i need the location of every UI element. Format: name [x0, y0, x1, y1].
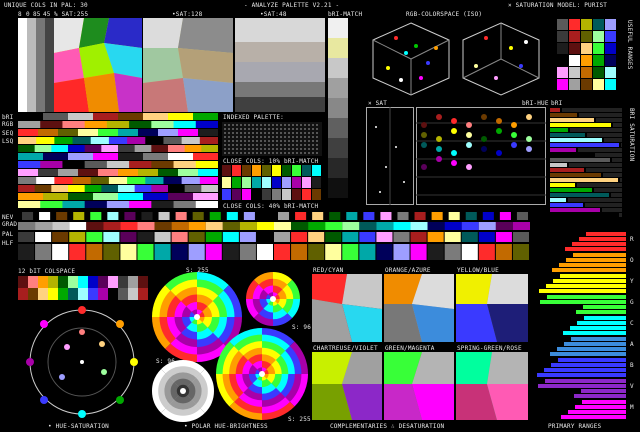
label-grad: GRAD	[2, 221, 18, 228]
comp-chartreuse-violet	[312, 352, 382, 420]
small-col-0: 8	[18, 11, 22, 18]
close-10-title: CLOSE COLS: 10% bRI-MATCH	[223, 158, 319, 165]
primary-letter-a: A	[630, 341, 634, 348]
primary-letter-c: C	[630, 320, 634, 327]
sat-axis-label: × SAT	[368, 100, 388, 107]
primary-letter-b: B	[630, 362, 634, 369]
polar-label-3: S: 255	[288, 416, 311, 423]
bri-match-column	[328, 18, 348, 198]
voronoi-sat-48	[235, 18, 325, 112]
small-col-3: 45	[43, 11, 51, 18]
sat-label-128: •SAT:128	[172, 11, 203, 18]
sequence-bars	[18, 113, 218, 209]
bri-hue-label: bRI-HUE	[522, 100, 549, 107]
primary-ranges-panel	[534, 232, 626, 420]
footer-complementaries: COMPLEMENTARIES ∴ DESATURATION	[330, 423, 445, 430]
palette-grid-right	[556, 18, 620, 96]
comp-spring-green-rose	[456, 352, 528, 420]
colspace-title: 12 bIT COLSPACE	[18, 268, 76, 275]
small-col-1: 0	[26, 11, 30, 18]
comp-orange-azure	[384, 274, 454, 342]
saturation-model-label[interactable]: × SATURATION MODEL: PURIST	[508, 2, 607, 9]
bri-match-label: bRI-MATCH	[328, 11, 363, 18]
footer-primary-ranges: PRIMARY RANGES	[548, 423, 602, 430]
label-lsq: LSQ	[2, 138, 14, 145]
rgb-colorspace-title: RGB-COLORSPACE (ISO)	[406, 11, 483, 18]
sat-stripes-panel	[18, 18, 54, 112]
sat-scatter	[366, 107, 414, 205]
primary-letter-o: O	[630, 257, 634, 264]
primary-letter-v: V	[630, 383, 634, 390]
polar-wheel-gray	[152, 360, 214, 422]
sat-stripes	[18, 18, 54, 112]
page-title: - ANALYZE PALETTE V2.21 -	[244, 2, 340, 9]
close-10-swatches	[222, 165, 322, 201]
label-hlf: HLF	[2, 240, 14, 247]
comp-title-0: RED/CYAN	[313, 267, 344, 274]
unique-cols-label: UNIQUE COLS IN PAL: 30	[4, 2, 88, 9]
polar-wheel-small	[246, 272, 300, 326]
rgb-colorspace-cubes	[366, 18, 546, 98]
primary-letter-r: R	[630, 236, 634, 243]
primary-letter-m: M	[630, 404, 634, 411]
indexed-palette-grid	[222, 122, 322, 156]
useful-ranges-label: USEFUL RANGES	[626, 20, 633, 70]
polar-wheel-bright	[216, 328, 308, 420]
colspace-strip	[18, 276, 148, 300]
label-bri: bRI	[2, 114, 14, 121]
footer-polar: • POLAR HUE-BRIGHTNESS	[184, 423, 268, 430]
hue-saturation-wheel	[22, 302, 142, 422]
footer-hue-saturation: • HUE-SATURATION	[48, 423, 109, 430]
comp-green-magenta	[384, 352, 454, 420]
label-pal: PAL	[2, 231, 14, 238]
primary-letter-y: Y	[630, 278, 634, 285]
label-nev: NEV	[2, 214, 14, 221]
label-rgb: RGB	[2, 121, 14, 128]
close-40-title: CLOSE COLS: 40% bRI-MATCH	[223, 203, 319, 210]
bri-saturation-bars	[550, 107, 626, 225]
sat-label-255: % SAT:255	[54, 11, 89, 18]
bri-hue-scatter	[416, 107, 546, 205]
comp-title-2: YELLOW/BLUE	[457, 267, 499, 274]
palette-rows	[18, 210, 530, 264]
sat-label-48: •SAT:48	[260, 11, 287, 18]
indexed-palette-title: INDEXED PALETTE:	[223, 114, 284, 121]
voronoi-sat-255	[54, 18, 142, 112]
voronoi-sat-128	[143, 18, 233, 112]
comp-yellow-blue	[456, 274, 528, 342]
comp-red-cyan	[312, 274, 382, 342]
small-col-2: 85	[33, 11, 41, 18]
bri-label-right: bRI	[551, 100, 563, 107]
comp-title-1: ORANGE/AZURE	[385, 267, 431, 274]
primary-letter-g: G	[630, 299, 634, 306]
bri-saturation-label: BRI SATURATION	[628, 108, 635, 162]
label-seq: SEQ	[2, 130, 14, 137]
comp-panels	[312, 274, 528, 420]
